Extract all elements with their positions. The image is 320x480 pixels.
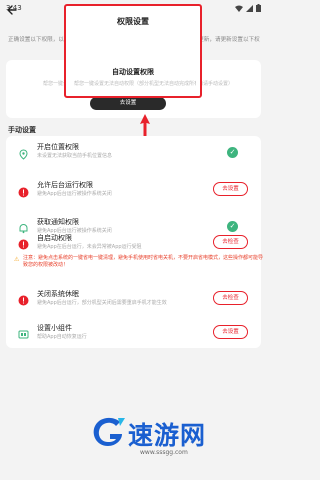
dialog-subtitle: 自动设置权限	[112, 68, 154, 76]
permission-desc: 避免App后台运行，部分机型关闭后需要重启手机才能生效	[37, 300, 167, 306]
permission-title: 自启动权限	[37, 234, 72, 242]
auto-settings-button[interactable]: 去设置	[90, 97, 166, 110]
manual-section-title: 手动设置	[8, 126, 36, 134]
check-icon: ✓	[227, 221, 238, 232]
go-settings-button[interactable]: 去设置	[213, 325, 248, 339]
bell-icon	[18, 219, 29, 234]
permission-title: 获取通知权限	[37, 218, 79, 226]
wifi-icon	[235, 5, 243, 14]
go-check-button[interactable]: 去检查	[213, 291, 248, 305]
dialog-title: 权限设置	[117, 17, 149, 26]
location-pin-icon	[18, 145, 29, 160]
permission-desc: 避免App在后台运行，未会异常被App运行受阻	[37, 244, 142, 250]
signal-icon	[246, 4, 253, 14]
check-icon: ✓	[227, 147, 238, 158]
alert-icon	[18, 235, 29, 250]
back-arrow-icon[interactable]	[5, 2, 19, 16]
permission-desc: 避免App后台运行被操作系统关闭	[37, 191, 112, 197]
go-check-button[interactable]: 去检查	[213, 235, 248, 249]
warning-text: 注意：避免点击系统的一键省电一键清理，避免手机使用时省电关机，不要开启省电模式，…	[23, 255, 264, 268]
permission-desc: 未设置无法获取当前手机位置信息	[37, 153, 113, 159]
permission-title: 设置小组件	[37, 324, 72, 332]
permissions-card: 开启位置权限 未设置无法获取当前手机位置信息 ✓ 允许后台运行权限 避免App后…	[6, 136, 264, 348]
permission-desc: 帮助App自动恢复运行	[37, 334, 87, 340]
logo-icon	[93, 417, 125, 446]
permission-title: 开启位置权限	[37, 143, 79, 151]
permission-settings-dialog: 权限设置 自动设置权限 帮您一键设置无法自动权限（部分机型无法自动完成所有权限，…	[64, 4, 202, 98]
battery-icon	[256, 4, 261, 14]
watermark-brand: 速游网	[128, 421, 207, 450]
watermark-url: www.sssgg.com	[140, 449, 188, 456]
alert-icon	[18, 183, 29, 198]
go-settings-button[interactable]: 去设置	[213, 182, 248, 196]
dialog-description: 帮您一键设置无法自动权限（部分机型无法自动完成所有权限，未完成的请手动设置）	[74, 81, 196, 87]
watermark-logo: 速游网 www.sssgg.com	[90, 410, 260, 470]
status-icons	[235, 4, 261, 14]
widget-icon	[18, 325, 29, 339]
permission-title: 关闭系统休眠	[37, 290, 79, 298]
warning-icon: ⚠	[14, 256, 20, 263]
permission-title: 允许后台运行权限	[37, 181, 93, 189]
alert-icon	[18, 291, 29, 306]
